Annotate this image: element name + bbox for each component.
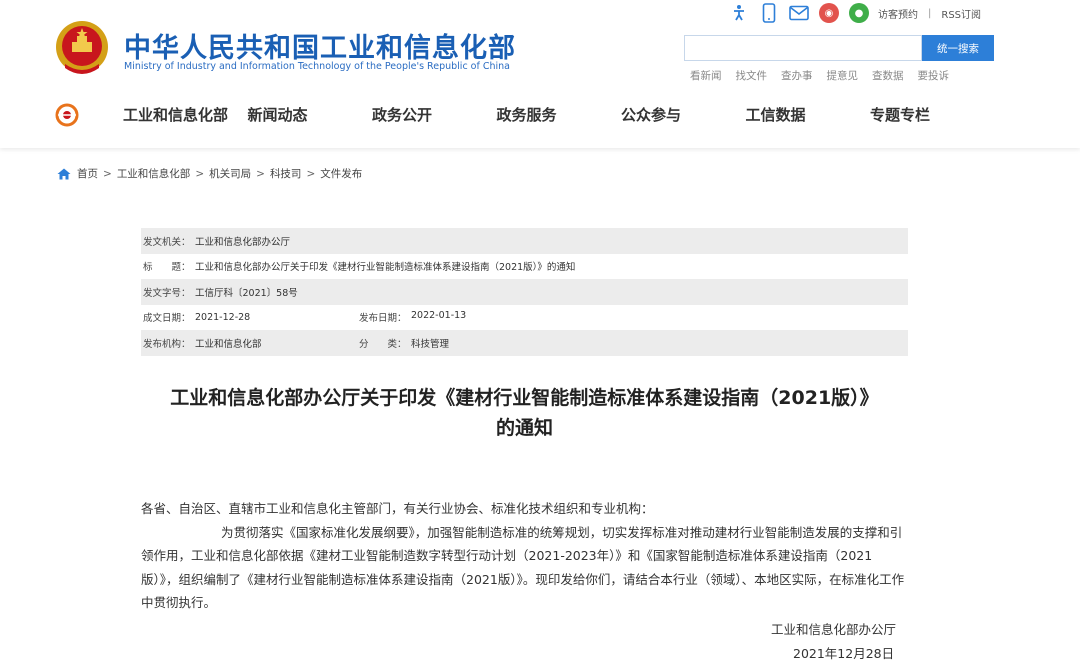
search-input[interactable] <box>684 35 922 61</box>
meta-label: 发布日期： <box>359 313 407 325</box>
quick-link-data[interactable]: 查数据 <box>872 68 904 83</box>
article-title-line-1: 工业和信息化部办公厅关于印发《建材行业智能制造标准体系建设指南（2021版）》 <box>170 387 879 409</box>
meta-value-doc-number: 工信厅科〔2021〕58号 <box>195 287 298 299</box>
breadcrumb: 首页 > 工业和信息化部 > 机关司局 > 科技司 > 文件发布 <box>57 166 362 181</box>
search-button[interactable]: 统一搜索 <box>922 35 994 61</box>
breadcrumb-separator: > <box>195 167 205 180</box>
meta-label: 标 题： <box>143 262 191 274</box>
signature-organization: 工业和信息化部办公厅 <box>771 622 897 637</box>
site-title[interactable]: 中华人民共和国工业和信息化部 <box>124 26 516 65</box>
accessibility-icon[interactable] <box>728 2 750 24</box>
quick-link-services[interactable]: 查办事 <box>781 68 813 83</box>
meta-row-doc-number: 发文字号： 工信厅科〔2021〕58号 <box>141 279 908 305</box>
breadcrumb-home[interactable]: 首页 <box>77 166 98 181</box>
signature-date: 2021年12月28日 <box>793 646 895 661</box>
nav-item-special-topics[interactable]: 专题专栏 <box>870 104 995 125</box>
meta-label: 发文机关： <box>143 236 191 248</box>
meta-row-publisher: 发布机构： 工业和信息化部 分 类： 科技管理 <box>141 330 908 356</box>
meta-label: 发布机构： <box>143 338 191 350</box>
nav-item-news[interactable]: 新闻动态 <box>248 104 373 125</box>
document-metadata-table: 发文机关： 工业和信息化部办公厅 标 题： 工业和信息化部办公厅关于印发《建材行… <box>141 228 908 356</box>
quick-links: 看新闻 找文件 查办事 提意见 查数据 要投诉 <box>676 68 949 83</box>
meta-published-group: 发布日期： 2022-01-13 <box>359 310 466 324</box>
meta-value-written-date: 2021-12-28 <box>195 311 251 323</box>
nav-item-data[interactable]: 工信数据 <box>746 104 871 125</box>
nav-item-miit[interactable]: 工业和信息化部 <box>123 104 248 125</box>
article-title: 工业和信息化部办公厅关于印发《建材行业智能制造标准体系建设指南（2021版）》 … <box>141 383 908 443</box>
meta-value-category: 科技管理 <box>411 338 450 350</box>
quick-link-complaint[interactable]: 要投诉 <box>918 68 950 83</box>
nav-item-government-affairs[interactable]: 政务公开 <box>372 104 497 125</box>
meta-row-issuer: 发文机关： 工业和信息化部办公厅 <box>141 228 908 254</box>
quick-link-news[interactable]: 看新闻 <box>690 68 722 83</box>
ministry-logo-icon[interactable] <box>55 103 79 127</box>
top-bar-separator: | <box>928 7 932 19</box>
meta-value-published-date: 2022-01-13 <box>411 310 467 322</box>
breadcrumb-separator: > <box>103 167 112 180</box>
meta-label: 分 类： <box>359 338 407 350</box>
breadcrumb-miit[interactable]: 工业和信息化部 <box>117 166 191 181</box>
article-salutation: 各省、自治区、直辖市工业和信息化主管部门，有关行业协会、标准化技术组织和专业机构… <box>141 501 654 516</box>
mobile-icon[interactable] <box>758 2 780 24</box>
article-title-line-2: 的通知 <box>495 417 553 439</box>
main-nav: 工业和信息化部 新闻动态 政务公开 政务服务 公众参与 工信数据 专题专栏 <box>123 104 995 125</box>
breadcrumb-departments[interactable]: 机关司局 <box>209 166 251 181</box>
breadcrumb-separator: > <box>256 167 265 180</box>
meta-value-publisher: 工业和信息化部 <box>195 338 262 350</box>
home-icon[interactable] <box>57 168 71 180</box>
meta-value-title: 工业和信息化部办公厅关于印发《建材行业智能制造标准体系建设指南（2021版）》的… <box>195 262 576 274</box>
meta-label: 成文日期： <box>143 313 191 325</box>
breadcrumb-separator: > <box>306 167 316 180</box>
nav-item-services[interactable]: 政务服务 <box>497 104 622 125</box>
meta-value-issuer: 工业和信息化部办公厅 <box>195 236 291 248</box>
meta-category-group: 分 类： 科技管理 <box>359 336 449 350</box>
meta-label: 发文字号： <box>143 287 191 299</box>
meta-row-dates: 成文日期： 2021-12-28 发布日期： 2022-01-13 <box>141 305 908 331</box>
rss-link[interactable]: RSS订阅 <box>941 6 981 21</box>
visitor-appointment-link[interactable]: 访客预约 <box>878 6 918 21</box>
quick-link-feedback[interactable]: 提意见 <box>827 68 859 83</box>
quick-link-files[interactable]: 找文件 <box>736 68 768 83</box>
nav-item-public-participation[interactable]: 公众参与 <box>621 104 746 125</box>
breadcrumb-file-release[interactable]: 文件发布 <box>320 166 362 181</box>
top-utility-bar: ◉ ● 访客预约 | RSS订阅 <box>728 2 981 24</box>
national-emblem-icon[interactable] <box>55 20 109 76</box>
mail-icon[interactable] <box>788 2 810 24</box>
breadcrumb-science-tech[interactable]: 科技司 <box>270 166 302 181</box>
wechat-icon[interactable]: ● <box>848 2 870 24</box>
article-paragraph: 为贯彻落实《国家标准化发展纲要》，加强智能制造标准的统筹规划，切实发挥标准对推动… <box>141 524 905 611</box>
meta-row-title: 标 题： 工业和信息化部办公厅关于印发《建材行业智能制造标准体系建设指南（202… <box>141 254 908 280</box>
article-body: 各省、自治区、直辖市工业和信息化主管部门，有关行业协会、标准化技术组织和专业机构… <box>141 497 908 615</box>
weibo-icon[interactable]: ◉ <box>818 2 840 24</box>
site-subtitle: Ministry of Industry and Information Tec… <box>124 61 510 72</box>
site-header: 中华人民共和国工业和信息化部 Ministry of Industry and … <box>0 0 1080 148</box>
